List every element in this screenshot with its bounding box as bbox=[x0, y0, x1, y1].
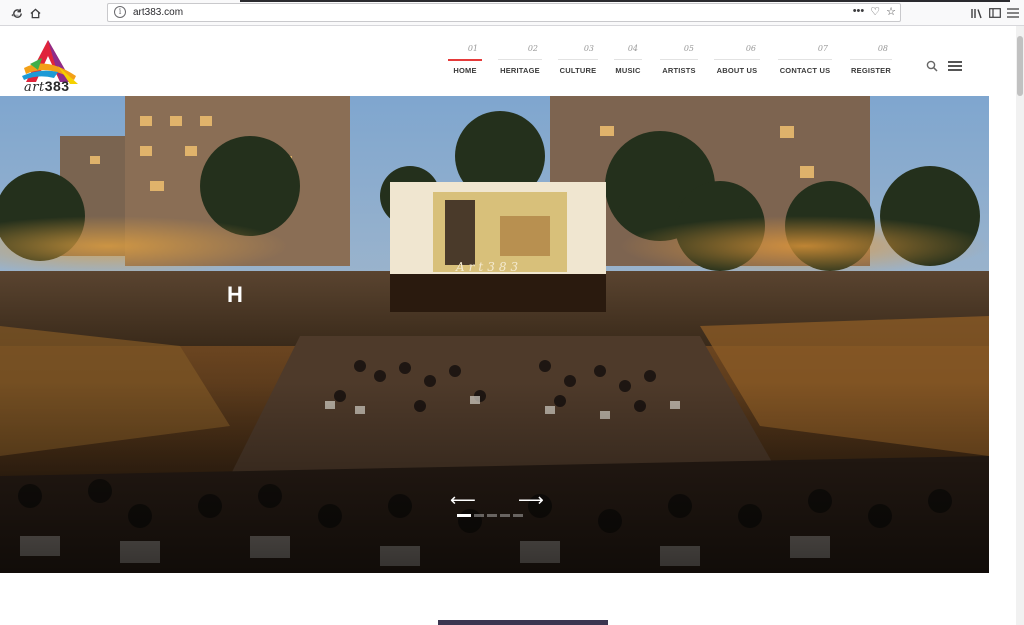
scrollbar-thumb[interactable] bbox=[1017, 36, 1023, 96]
slider-dot-2[interactable] bbox=[474, 514, 484, 517]
hero-slider: Art383 H ⟵ ⟶ bbox=[0, 96, 989, 573]
library-icon[interactable] bbox=[968, 4, 986, 22]
home-icon[interactable] bbox=[26, 4, 44, 22]
slider-next-arrow-icon[interactable]: ⟶ bbox=[518, 491, 544, 509]
nav-culture[interactable]: 03 CULTURE bbox=[558, 44, 598, 78]
nav-music[interactable]: 04 MUSIC bbox=[614, 44, 642, 78]
slider-dot-4[interactable] bbox=[500, 514, 510, 517]
url-text[interactable]: art383.com bbox=[133, 7, 183, 18]
slider-prev-arrow-icon[interactable]: ⟵ bbox=[450, 491, 476, 509]
hero-image-open-air-cinema bbox=[0, 96, 989, 573]
pocket-icon[interactable]: ♡ bbox=[870, 5, 880, 18]
hamburger-menu-icon[interactable] bbox=[948, 61, 962, 71]
page-scrollbar[interactable] bbox=[1016, 26, 1024, 625]
sidebar-icon[interactable] bbox=[986, 4, 1004, 22]
screen-caption: Art383 bbox=[456, 260, 523, 274]
nav-about-us[interactable]: 06 ABOUT US bbox=[714, 44, 760, 78]
site-info-icon[interactable]: i bbox=[114, 6, 126, 18]
page-actions-icon[interactable]: ••• bbox=[853, 5, 865, 18]
nav-contact-us[interactable]: 07 CONTACT US bbox=[778, 44, 832, 78]
search-icon[interactable] bbox=[926, 60, 938, 72]
nav-home[interactable]: 01 HOME bbox=[448, 44, 482, 78]
slider-dot-1[interactable] bbox=[457, 514, 471, 517]
browser-toolbar: ← i art383.com ••• ♡ ☆ bbox=[0, 0, 1024, 26]
nav-register[interactable]: 08 REGISTER bbox=[850, 44, 892, 78]
address-bar[interactable]: i art383.com ••• ♡ ☆ bbox=[107, 3, 901, 22]
hero-heading: H bbox=[227, 282, 243, 307]
nav-artists[interactable]: 05 ARTISTS bbox=[660, 44, 698, 78]
menu-icon[interactable] bbox=[1004, 4, 1022, 22]
reload-icon[interactable] bbox=[8, 4, 26, 22]
slider-pagination bbox=[457, 514, 523, 517]
logo-wordmark[interactable]: art383 bbox=[24, 78, 70, 95]
site-header: art383 01 HOME 02 HERITAGE 03 CULTURE 04… bbox=[0, 26, 1016, 96]
next-section-image bbox=[438, 620, 608, 625]
main-navigation: 01 HOME 02 HERITAGE 03 CULTURE 04 MUSIC … bbox=[448, 44, 892, 78]
nav-active-indicator bbox=[448, 59, 482, 61]
nav-heritage[interactable]: 02 HERITAGE bbox=[498, 44, 542, 78]
slider-dot-5[interactable] bbox=[513, 514, 523, 517]
bookmark-star-icon[interactable]: ☆ bbox=[886, 5, 896, 18]
tab-strip bbox=[240, 0, 1010, 2]
slider-dot-3[interactable] bbox=[487, 514, 497, 517]
